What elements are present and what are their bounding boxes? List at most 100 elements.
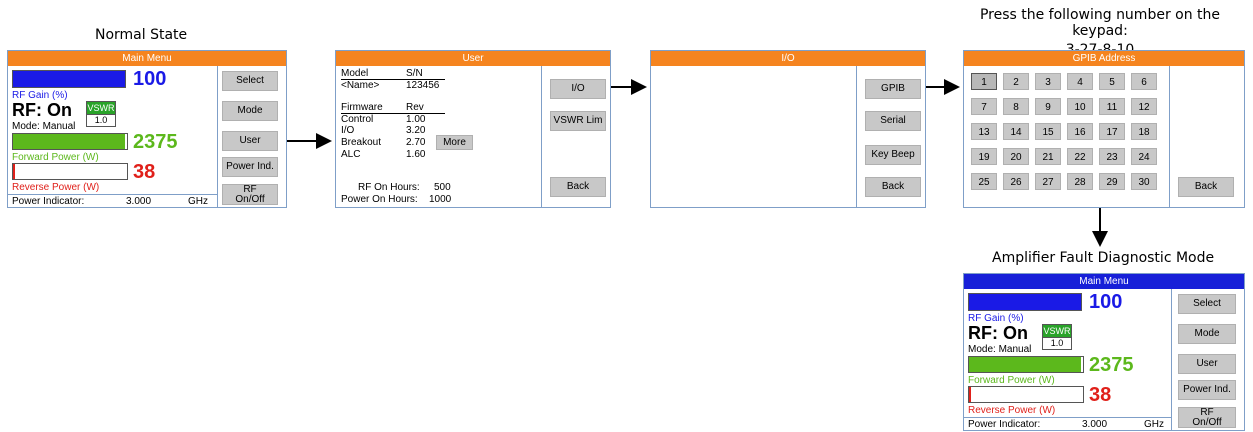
gpib-key-12[interactable]: 12 (1131, 98, 1157, 115)
gpib-key-24[interactable]: 24 (1131, 148, 1157, 165)
gpib-key-26[interactable]: 26 (1003, 173, 1029, 190)
forward-power-fill (13, 134, 125, 149)
gpib-key-13[interactable]: 13 (971, 123, 997, 140)
rf-gain-bar (968, 293, 1082, 311)
gpib-key-18[interactable]: 18 (1131, 123, 1157, 140)
more-button[interactable]: More (436, 135, 473, 150)
gpib-key-11[interactable]: 11 (1099, 98, 1125, 115)
gpib-key-29[interactable]: 29 (1099, 173, 1125, 190)
back-button[interactable]: Back (550, 177, 606, 197)
rf-on-off-line1: RF (1200, 406, 1214, 418)
gpib-key-19[interactable]: 19 (971, 148, 997, 165)
firmware-row-name: ALC (341, 149, 361, 160)
rf-gain-fill (969, 294, 1081, 310)
model-value: <Name> (341, 80, 380, 91)
key-beep-button[interactable]: Key Beep (865, 145, 921, 165)
power-ind-button[interactable]: Power Ind. (1178, 380, 1236, 400)
forward-power-bar (12, 133, 128, 150)
gpib-key-17[interactable]: 17 (1099, 123, 1125, 140)
rf-gain-fill (13, 71, 125, 87)
power-indicator-label: Power Indicator: (968, 419, 1041, 430)
forward-power-fill (969, 357, 1081, 372)
mode-button[interactable]: Mode (1178, 324, 1236, 344)
reverse-power-bar (968, 386, 1084, 403)
gpib-key-6[interactable]: 6 (1131, 73, 1157, 90)
reverse-power-value: 38 (1089, 384, 1112, 406)
gpib-key-7[interactable]: 7 (971, 98, 997, 115)
reverse-power-fill (969, 387, 972, 402)
gpib-key-4[interactable]: 4 (1067, 73, 1093, 90)
gpib-key-28[interactable]: 28 (1067, 173, 1093, 190)
rf-on-off-button[interactable]: RF On/Off (1178, 407, 1236, 428)
gpib-key-22[interactable]: 22 (1067, 148, 1093, 165)
user-button[interactable]: User (1178, 354, 1236, 374)
gpib-key-25[interactable]: 25 (971, 173, 997, 190)
gpib-key-30[interactable]: 30 (1131, 173, 1157, 190)
rf-on-off-line1: RF (243, 183, 257, 195)
gpib-key-27[interactable]: 27 (1035, 173, 1061, 190)
reverse-power-label: Reverse Power (W) (968, 405, 1056, 416)
rf-gain-value: 100 (133, 68, 167, 90)
user-button[interactable]: User (222, 131, 278, 151)
gpib-key-1[interactable]: 1 (971, 73, 997, 90)
rf-on-off-button[interactable]: RF On/Off (222, 184, 278, 205)
power-on-hours-label: Power On Hours: (341, 194, 418, 205)
main-menu-screen: Main Menu 100 RF Gain (%) RF: On VSWR 1.… (7, 50, 287, 208)
fault-main-menu-title: Main Menu (964, 274, 1244, 289)
forward-power-label: Forward Power (W) (12, 152, 99, 163)
forward-power-value: 2375 (133, 131, 178, 153)
model-label: Model (341, 68, 369, 79)
rf-gain-value: 100 (1089, 291, 1123, 313)
gpib-screen: GPIB Address 1 2 3 4 5 6 7 8 9 10 11 12 13 14 15 16 17 18… (963, 50, 1245, 208)
user-screen: User Model S/N <Name> 123456 Firmware Re… (335, 50, 611, 208)
rf-status: RF: On (12, 100, 72, 120)
power-indicator-value: 3.000 (1082, 419, 1108, 430)
vswr-label: VSWR (86, 101, 116, 115)
io-button[interactable]: I/O (550, 79, 606, 99)
reverse-power-label: Reverse Power (W) (12, 182, 100, 193)
mode-label: Mode: Manual (968, 344, 1032, 355)
gpib-key-15[interactable]: 15 (1035, 123, 1061, 140)
mode-button[interactable]: Mode (222, 101, 278, 121)
back-button[interactable]: Back (865, 177, 921, 197)
firmware-row-name: Breakout (341, 137, 382, 148)
power-ind-button[interactable]: Power Ind. (222, 157, 278, 177)
power-indicator-unit: GHz (188, 196, 208, 207)
gpib-key-5[interactable]: 5 (1099, 73, 1125, 90)
firmware-row-rev: 3.20 (406, 125, 426, 136)
gpib-button[interactable]: GPIB (865, 79, 921, 99)
gpib-key-16[interactable]: 16 (1067, 123, 1093, 140)
select-button[interactable]: Select (1178, 294, 1236, 314)
power-on-hours-value: 1000 (429, 194, 452, 205)
gpib-key-8[interactable]: 8 (1003, 98, 1029, 115)
reverse-power-value: 38 (133, 161, 156, 183)
back-button[interactable]: Back (1178, 177, 1234, 197)
user-title: User (336, 51, 610, 66)
reverse-power-bar (12, 163, 128, 180)
gpib-key-23[interactable]: 23 (1099, 148, 1125, 165)
rf-on-off-line2: On/Off (1192, 416, 1222, 428)
vswr-lim-button[interactable]: VSWR Lim (550, 111, 606, 131)
firmware-row-name: I/O (341, 125, 355, 136)
power-indicator-value: 3.000 (126, 196, 152, 207)
gpib-key-2[interactable]: 2 (1003, 73, 1029, 90)
gpib-key-10[interactable]: 10 (1067, 98, 1093, 115)
gpib-key-3[interactable]: 3 (1035, 73, 1061, 90)
firmware-row-rev: 1.60 (406, 149, 426, 160)
serial-button[interactable]: Serial (865, 111, 921, 131)
firmware-label: Firmware (341, 102, 383, 113)
firmware-row-rev: 2.70 (406, 137, 426, 148)
gpib-key-9[interactable]: 9 (1035, 98, 1061, 115)
firmware-row-rev: 1.00 (406, 114, 426, 125)
rf-on-hours-value: 500 (434, 182, 451, 193)
gpib-key-20[interactable]: 20 (1003, 148, 1029, 165)
gpib-key-14[interactable]: 14 (1003, 123, 1029, 140)
rf-on-off-line2: On/Off (235, 193, 265, 205)
sn-label: S/N (406, 68, 423, 79)
rf-status: RF: On (968, 323, 1028, 343)
select-button[interactable]: Select (222, 71, 278, 91)
forward-power-value: 2375 (1089, 354, 1134, 376)
fault-main-menu-screen: Main Menu 100 RF Gain (%) RF: On VSWR 1.… (963, 273, 1245, 431)
power-indicator-label: Power Indicator: (12, 196, 85, 207)
gpib-key-21[interactable]: 21 (1035, 148, 1061, 165)
